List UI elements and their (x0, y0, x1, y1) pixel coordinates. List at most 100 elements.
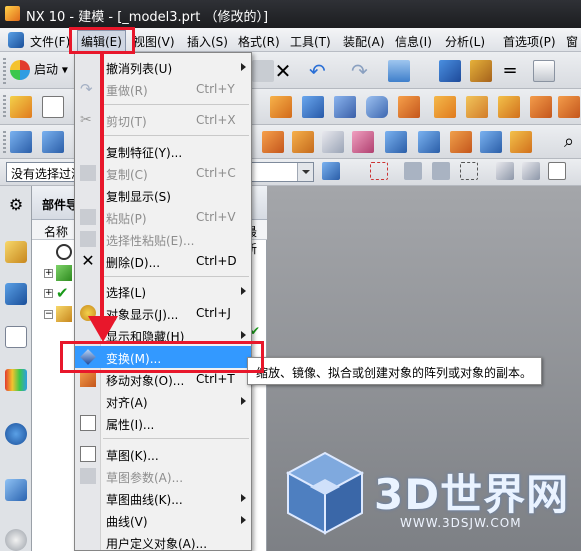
snap-end-icon[interactable] (404, 162, 422, 180)
start-button[interactable]: 启动 ▾ (10, 60, 68, 80)
submenu-arrow-icon (241, 494, 246, 502)
menu-analysis[interactable]: 分析(L) (445, 33, 485, 50)
snap-mid-icon[interactable] (432, 162, 450, 180)
history-icon[interactable] (5, 529, 27, 551)
draft-icon[interactable] (352, 131, 374, 153)
menu-insert[interactable]: 插入(S) (187, 33, 228, 50)
menu-assembly[interactable]: 装配(A) (343, 33, 385, 50)
constraint-navigator-icon[interactable] (5, 283, 27, 305)
menu-item-sketch-curve[interactable]: 草图曲线(K)... (75, 487, 251, 509)
hd3d-tools-icon[interactable] (5, 423, 27, 445)
assembly-navigator-icon[interactable] (5, 241, 27, 263)
chevron-down-icon[interactable] (297, 163, 313, 181)
part-navigator-icon[interactable] (5, 326, 27, 348)
equals-icon[interactable]: = (499, 60, 521, 82)
menu-preferences[interactable]: 首选项(P) (503, 33, 556, 50)
sketch-icon[interactable] (10, 96, 32, 118)
boss-icon[interactable] (434, 96, 456, 118)
cut-icon: ✂ (80, 112, 92, 128)
split-body-icon[interactable] (450, 131, 472, 153)
mirror-icon[interactable] (480, 131, 502, 153)
model-views-icon (56, 265, 72, 281)
menu-item-properties[interactable]: 属性(I)... (75, 412, 251, 434)
measure-icon[interactable]: ⌕ (558, 131, 580, 153)
expand-icon[interactable]: + (44, 269, 53, 278)
pattern-icon[interactable] (466, 96, 488, 118)
shaded-view-icon[interactable] (496, 162, 514, 180)
chamfer-icon[interactable] (292, 131, 314, 153)
delete-icon: ✕ (81, 251, 95, 270)
menu-window[interactable]: 窗 (566, 33, 578, 50)
through-curves-icon[interactable] (42, 131, 64, 153)
menu-item-curve[interactable]: 曲线(V) (75, 509, 251, 531)
shell-icon[interactable] (322, 131, 344, 153)
watermark-url: WWW.3DSJW.COM (400, 516, 522, 530)
nx-menu-icon[interactable] (8, 32, 24, 48)
revolve-icon[interactable] (302, 96, 324, 118)
redo-icon[interactable]: ↷ (351, 60, 373, 82)
menu-separator (103, 104, 249, 105)
menu-format[interactable]: 格式(R) (238, 33, 280, 50)
rect-select-icon[interactable] (460, 162, 478, 180)
web-browser-icon[interactable] (5, 479, 27, 501)
menu-view[interactable]: 视图(V) (133, 33, 175, 50)
menu-item-user-defined-object[interactable]: 用户定义对象(A)... (75, 531, 251, 551)
snap-toggle-icon[interactable] (548, 162, 566, 180)
watermark-brand: 3D世界网 (374, 470, 570, 519)
menu-item-align[interactable]: 对齐(A) (75, 390, 251, 412)
menu-item-sketch-parameters[interactable]: 草图参数(A)... (75, 465, 251, 487)
menu-item-sketch[interactable]: 草图(K)... (75, 443, 251, 465)
expand-icon[interactable]: + (44, 289, 53, 298)
transform-tooltip: 缩放、镜像、拟合或创建对象的阵列或对象的副本。 (247, 357, 542, 385)
cylinder-icon[interactable] (366, 96, 388, 118)
clock-icon (56, 244, 72, 260)
nx-app-icon (5, 6, 20, 21)
copy-icon[interactable] (388, 60, 410, 82)
menu-tools[interactable]: 工具(T) (290, 33, 331, 50)
annotation-arrow-head (88, 316, 118, 342)
surface-icon[interactable] (10, 131, 32, 153)
wireframe-view-icon[interactable] (522, 162, 540, 180)
extrude-icon[interactable] (270, 96, 292, 118)
snap-point-icon[interactable] (370, 162, 388, 180)
edge-blend-icon[interactable] (262, 131, 284, 153)
trim-body-icon[interactable] (418, 131, 440, 153)
info-icon[interactable] (533, 60, 555, 82)
column-name[interactable]: 名称 (44, 223, 68, 240)
select-cursor-icon[interactable] (322, 162, 340, 180)
datum-plane-icon[interactable] (42, 96, 64, 118)
check-icon: ✔ (56, 284, 69, 302)
transform-icon[interactable] (439, 60, 461, 82)
redo-icon: ↷ (80, 80, 93, 98)
unite-icon[interactable] (498, 96, 520, 118)
toolbar-grip (3, 95, 6, 119)
annotation-box-transform (60, 341, 264, 373)
menu-separator (103, 135, 249, 136)
offset-face-icon[interactable] (385, 131, 407, 153)
folder-icon (56, 306, 72, 322)
menu-file[interactable]: 文件(F) (30, 33, 70, 50)
annotation-box-edit-menu (69, 27, 135, 54)
block-icon[interactable] (334, 96, 356, 118)
sew-icon[interactable] (510, 131, 532, 153)
submenu-arrow-icon (241, 63, 246, 71)
submenu-arrow-icon (241, 516, 246, 524)
hole-icon[interactable] (398, 96, 420, 118)
undo-icon[interactable]: ↶ (309, 60, 331, 82)
watermark: 3D世界网 WWW.3DSJW.COM (280, 445, 575, 545)
start-icon (10, 60, 30, 80)
reuse-library-icon[interactable] (5, 369, 27, 391)
window-title: NX 10 - 建模 - [_model3.prt （修改的）] (26, 10, 269, 25)
close-icon[interactable]: ✕ (272, 60, 294, 82)
subtract-icon[interactable] (530, 96, 552, 118)
properties-icon (80, 415, 96, 431)
collapse-icon[interactable]: − (44, 310, 53, 319)
intersect-icon[interactable] (558, 96, 580, 118)
menu-info[interactable]: 信息(I) (395, 33, 432, 50)
object-display-icon[interactable] (470, 60, 492, 82)
toolbar-button-icon[interactable] (252, 60, 274, 82)
submenu-arrow-icon (241, 331, 246, 339)
gear-icon[interactable]: ⚙ (5, 194, 27, 216)
sketch-params-icon (80, 468, 96, 484)
submenu-arrow-icon (241, 287, 246, 295)
